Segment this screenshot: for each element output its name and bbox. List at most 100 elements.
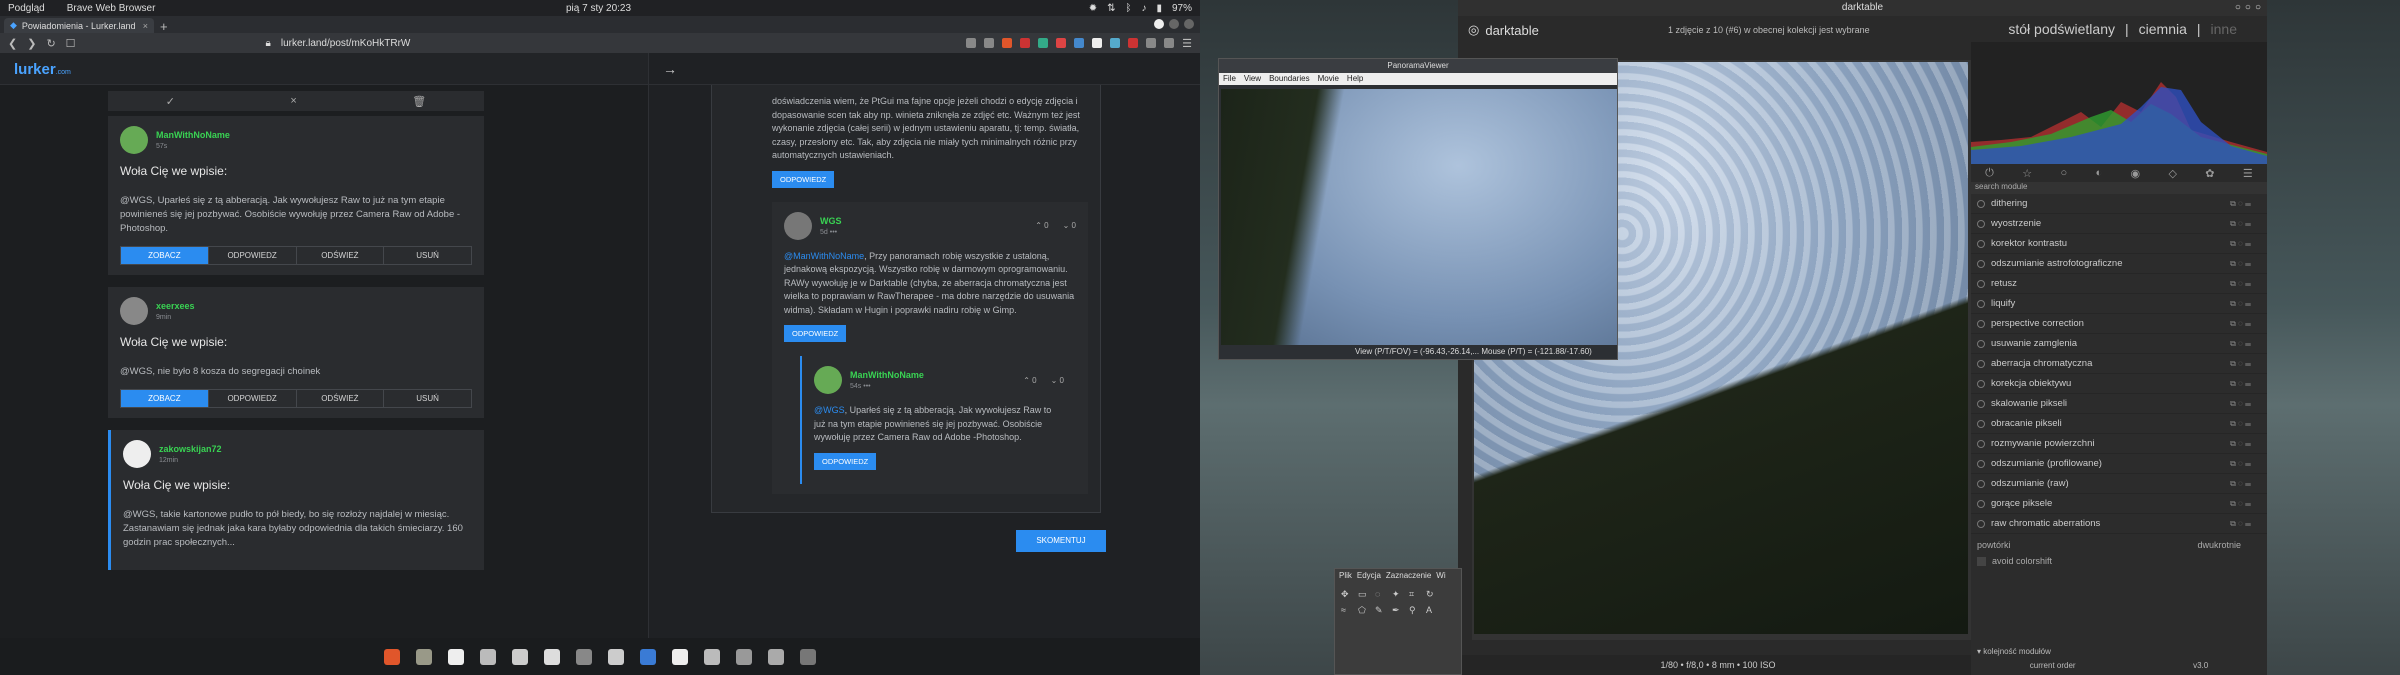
downvote-button[interactable]: ⌄ 0	[1063, 221, 1076, 230]
extension-icon[interactable]	[1056, 38, 1067, 48]
module-actions[interactable]: ⧉ ◌ ☰	[2230, 259, 2267, 269]
module-row[interactable]: aberracja chromatyczna ⧉ ◌ ☰	[1971, 354, 2267, 374]
key-icon[interactable]	[966, 38, 977, 48]
username[interactable]: ManWithNoName	[850, 370, 924, 380]
module-power-icon[interactable]	[1977, 319, 1985, 328]
module-actions[interactable]: ⧉ ◌ ☰	[2230, 339, 2267, 349]
module-row[interactable]: korektor kontrastu ⧉ ◌ ☰	[1971, 234, 2267, 254]
menu-file[interactable]: File	[1223, 73, 1236, 85]
module-actions[interactable]: ⧉ ◌ ☰	[2230, 459, 2267, 469]
menu-icon[interactable]: ☰	[1182, 37, 1192, 50]
module-row[interactable]: korekcja obiektywu ⧉ ◌ ☰	[1971, 374, 2267, 394]
extension-icon[interactable]	[1020, 38, 1031, 48]
module-row[interactable]: odszumianie astrofotograficzne ⧉ ◌ ☰	[1971, 254, 2267, 274]
module-power-icon[interactable]	[1977, 439, 1985, 448]
collapse-arrow-icon[interactable]: →	[649, 53, 1200, 85]
module-row[interactable]: liquify ⧉ ◌ ☰	[1971, 294, 2267, 314]
view-button[interactable]: ZOBACZ	[121, 390, 209, 407]
module-row[interactable]: gorące piksele ⧉ ◌ ☰	[1971, 494, 2267, 514]
app-menu[interactable]: Podgląd	[8, 3, 45, 14]
brave-icon[interactable]	[384, 648, 400, 665]
tab-notifications[interactable]: ◆ Powiadomienia - Lurker.land ×	[4, 18, 154, 33]
editor-icon[interactable]	[608, 648, 624, 665]
check-icon[interactable]: ✓	[166, 95, 175, 108]
module-row[interactable]: wyostrzenie ⧉ ◌ ☰	[1971, 214, 2267, 234]
menu-boundaries[interactable]: Boundaries	[1269, 73, 1309, 85]
settings-icon[interactable]: ✹	[1089, 3, 1097, 14]
refresh-button[interactable]: ODŚWIEŻ	[297, 390, 385, 407]
fuzzy-select-icon[interactable]: ✦	[1392, 589, 1404, 600]
view-button[interactable]: ZOBACZ	[121, 247, 209, 264]
module-actions[interactable]: ⧉ ◌ ☰	[2230, 239, 2267, 249]
forward-icon[interactable]: ❯	[27, 37, 36, 50]
module-power-icon[interactable]	[1977, 479, 1985, 488]
trash-icon[interactable]	[768, 648, 784, 665]
module-power-icon[interactable]	[1977, 299, 1985, 308]
module-actions[interactable]: ⧉ ◌ ☰	[2230, 439, 2267, 449]
module-power-icon[interactable]	[1977, 339, 1985, 348]
crop-icon[interactable]: ⌗	[1409, 589, 1421, 600]
reply-button[interactable]: ODPOWIEDZ	[209, 390, 297, 407]
network-icon[interactable]: ⇅	[1107, 3, 1115, 14]
mention-link[interactable]: @ManWithNoName	[784, 251, 864, 261]
menu-view[interactable]: Wi	[1436, 569, 1445, 583]
zoom-icon[interactable]: ⚲	[1409, 605, 1421, 616]
delete-button[interactable]: USUŃ	[384, 390, 471, 407]
module-search-input[interactable]: search module	[1971, 182, 2267, 194]
submit-comment-button[interactable]: SKOMENTUJ	[1016, 530, 1106, 552]
minimize-button[interactable]: ○	[2235, 0, 2241, 16]
volume-icon[interactable]: ♪	[1141, 3, 1146, 14]
delete-button[interactable]: USUŃ	[384, 247, 471, 264]
view-other[interactable]: inne	[2211, 21, 2237, 37]
gimp-icon[interactable]	[416, 648, 432, 665]
extension-icon[interactable]	[1092, 38, 1103, 48]
move-tool-icon[interactable]: ✥	[1341, 589, 1353, 600]
rect-select-icon[interactable]: ▭	[1358, 589, 1370, 600]
image-viewer-icon[interactable]	[672, 648, 688, 665]
document-icon[interactable]	[640, 648, 656, 665]
mention-link[interactable]: @WGS	[814, 405, 845, 415]
app-grid-icon[interactable]	[800, 648, 816, 665]
module-actions[interactable]: ⧉ ◌ ☰	[2230, 419, 2267, 429]
module-row[interactable]: skalowanie pikseli ⧉ ◌ ☰	[1971, 394, 2267, 414]
upvote-button[interactable]: ⌃ 0	[1023, 376, 1036, 385]
paths-icon[interactable]: ✎	[1375, 605, 1387, 616]
presets-menu-icon[interactable]: ☰	[2243, 167, 2253, 180]
app-icon[interactable]	[704, 648, 720, 665]
menu-file[interactable]: Plik	[1339, 569, 1352, 583]
checkbox[interactable]	[1977, 556, 1986, 566]
module-row[interactable]: rozmywanie powierzchni ⧉ ◌ ☰	[1971, 434, 2267, 454]
avatar[interactable]	[120, 126, 148, 154]
wallet-icon[interactable]	[1164, 38, 1175, 48]
module-power-icon[interactable]	[1977, 259, 1985, 268]
share-icon[interactable]	[984, 38, 995, 48]
dismiss-icon[interactable]: ×	[290, 95, 296, 107]
close-tab-icon[interactable]: ×	[143, 21, 148, 31]
lurker-logo[interactable]: lurker.com	[14, 61, 71, 78]
upvote-button[interactable]: ⌃ 0	[1035, 221, 1048, 230]
module-actions[interactable]: ⧉ ◌ ☰	[2230, 379, 2267, 389]
username[interactable]: WGS	[820, 216, 842, 226]
browser-app-label[interactable]: Brave Web Browser	[67, 3, 156, 14]
menu-edit[interactable]: Edycja	[1357, 569, 1381, 583]
module-row[interactable]: retusz ⧉ ◌ ☰	[1971, 274, 2267, 294]
favorites-icon[interactable]: ☆	[2022, 167, 2032, 180]
module-power-icon[interactable]	[1977, 399, 1985, 408]
battery-icon[interactable]: ▮	[1156, 3, 1162, 14]
module-actions[interactable]: ⧉ ◌ ☰	[2230, 279, 2267, 289]
username[interactable]: zakowskijan72	[159, 444, 222, 454]
cage-icon[interactable]: ⬠	[1358, 605, 1370, 616]
inkscape-icon[interactable]	[448, 648, 464, 665]
module-actions[interactable]: ⧉ ◌ ☰	[2230, 199, 2267, 209]
module-power-icon[interactable]	[1977, 459, 1985, 468]
phone-icon[interactable]	[736, 648, 752, 665]
module-order-header[interactable]: ▾ kolejność modułów	[1971, 645, 2267, 659]
more-icon[interactable]: •••	[830, 229, 837, 236]
module-actions[interactable]: ⧉ ◌ ☰	[2230, 359, 2267, 369]
close-window-button[interactable]	[1184, 19, 1194, 29]
view-lighttable[interactable]: stół podświetlany	[2008, 21, 2115, 37]
avatar[interactable]	[814, 366, 842, 394]
module-power-icon[interactable]	[1977, 379, 1985, 388]
correct-group-icon[interactable]: ◇	[2168, 167, 2176, 180]
color-picker-icon[interactable]: ✒	[1392, 605, 1404, 616]
